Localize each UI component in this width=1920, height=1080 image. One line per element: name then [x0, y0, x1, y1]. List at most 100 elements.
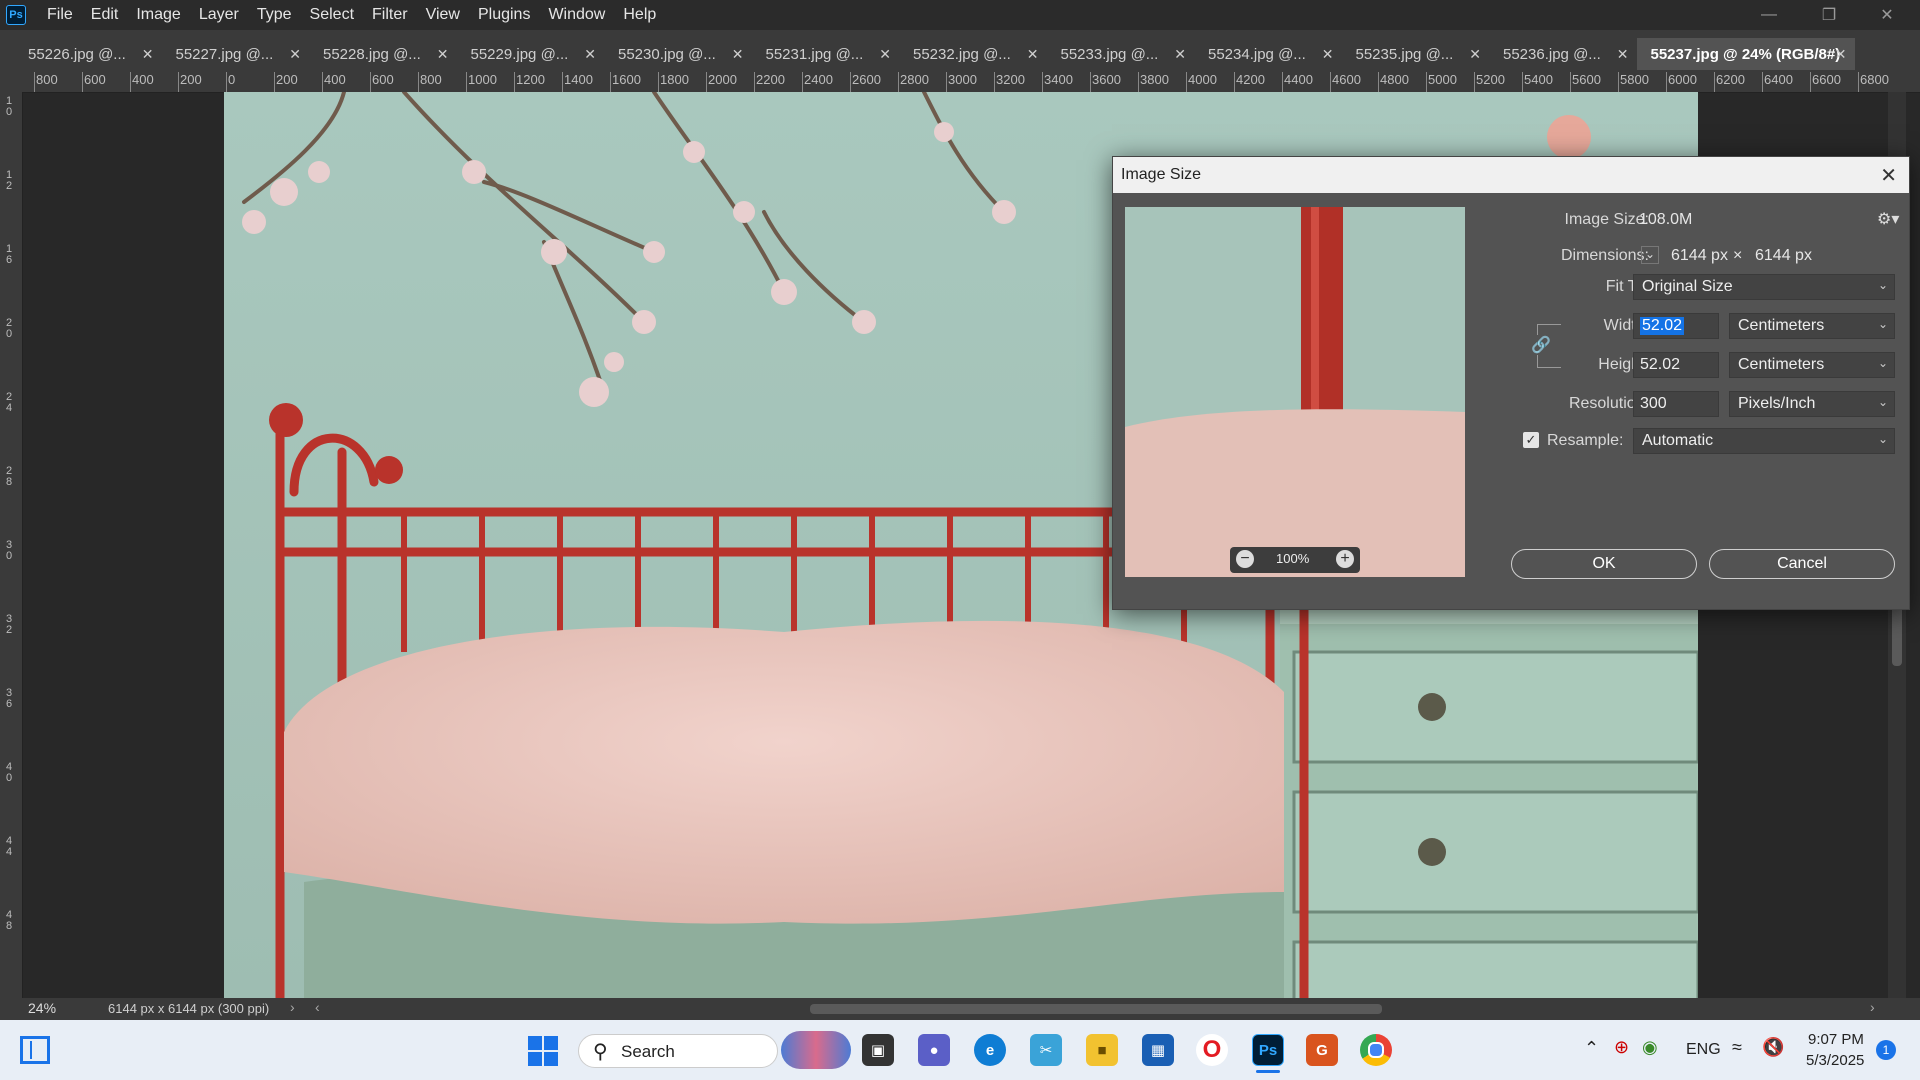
photoshop-taskbar-icon[interactable]: Ps [1252, 1034, 1284, 1066]
minimize-icon[interactable]: — [1746, 0, 1792, 30]
menu-view[interactable]: View [417, 0, 469, 30]
restore-icon[interactable]: ❐ [1806, 0, 1852, 30]
tab-close-icon[interactable]: ✕ [1322, 46, 1334, 63]
tab-close-icon[interactable]: ✕ [1174, 46, 1186, 63]
edge-icon[interactable]: e [974, 1034, 1006, 1066]
link-icon[interactable]: 🔗 [1531, 335, 1551, 355]
tab-close-icon[interactable]: ✕ [142, 46, 154, 63]
resolution-input[interactable]: 300 [1633, 391, 1719, 417]
tab-document[interactable]: 55226.jpg @... ✕ [14, 38, 162, 70]
tab-document[interactable]: 55230.jpg @... ✕ [604, 38, 752, 70]
language-indicator[interactable]: ENG [1686, 1041, 1721, 1059]
microsoft-store-icon[interactable]: ▦ [1142, 1034, 1174, 1066]
menu-type[interactable]: Type [248, 0, 301, 30]
menu-plugins[interactable]: Plugins [469, 0, 539, 30]
search-placeholder: Search [621, 1042, 675, 1061]
resample-checkbox[interactable]: ✓ [1523, 432, 1539, 448]
tab-close-icon[interactable]: ✕ [1617, 46, 1629, 63]
vertical-ruler: 10 12 16 20 24 28 30 32 36 40 44 48 [0, 92, 23, 998]
fit-to-select[interactable]: Original Size ⌄ [1633, 274, 1895, 300]
scroll-right-icon[interactable]: › [1870, 999, 1875, 1015]
ok-button[interactable]: OK [1511, 549, 1697, 579]
menu-select[interactable]: Select [301, 0, 363, 30]
chevron-up-icon[interactable]: ⌃ [1584, 1038, 1599, 1059]
globe-icon[interactable]: ◉ [1642, 1037, 1658, 1058]
width-input[interactable]: 52.02 [1633, 313, 1719, 339]
zoom-out-icon[interactable]: − [1236, 550, 1254, 568]
menu-file[interactable]: File [38, 0, 82, 30]
wifi-icon[interactable]: ≈ [1732, 1037, 1742, 1058]
ruler-tick-label: 24 [5, 391, 13, 414]
search-icon: ⚲ [593, 1041, 608, 1063]
tab-document[interactable]: 55227.jpg @... ✕ [162, 38, 310, 70]
tab-document[interactable]: 55236.jpg @... ✕ [1489, 38, 1637, 70]
menu-help[interactable]: Help [614, 0, 665, 30]
dimensions-height: 6144 px [1755, 247, 1812, 264]
teams-chat-icon[interactable]: ● [918, 1034, 950, 1066]
tab-close-icon[interactable]: ✕ [437, 46, 449, 63]
zoom-in-icon[interactable]: + [1336, 550, 1354, 568]
tab-close-icon[interactable]: ✕ [1469, 46, 1481, 63]
dimensions-dropdown-icon[interactable]: ⌄ [1641, 246, 1659, 264]
image-size-value: 108.0M [1639, 211, 1693, 228]
document-info[interactable]: 6144 px x 6144 px (300 ppi) [108, 1001, 269, 1016]
menu-layer[interactable]: Layer [190, 0, 248, 30]
dialog-close-icon[interactable]: ✕ [1880, 163, 1897, 188]
tab-close-icon[interactable]: ✕ [584, 46, 596, 63]
notification-badge[interactable]: 1 [1876, 1040, 1896, 1060]
resolution-unit-select[interactable]: Pixels/Inch ⌄ [1729, 391, 1895, 417]
ruler-tick-label: 32 [5, 613, 13, 636]
clock-time[interactable]: 9:07 PM [1808, 1031, 1864, 1048]
gear-icon[interactable]: ⚙▾ [1877, 209, 1899, 229]
tab-document[interactable]: 55231.jpg @... ✕ [752, 38, 900, 70]
image-preview[interactable]: − 100% + [1125, 207, 1465, 577]
resample-select[interactable]: Automatic ⌄ [1633, 428, 1895, 454]
close-window-icon[interactable]: ✕ [1864, 0, 1910, 30]
menu-edit[interactable]: Edit [82, 0, 128, 30]
taskbar [0, 1020, 1920, 1080]
clock-date[interactable]: 5/3/2025 [1806, 1052, 1864, 1069]
file-explorer-icon[interactable]: ■ [1086, 1034, 1118, 1066]
shield-app-icon[interactable]: G [1306, 1034, 1338, 1066]
tab-document[interactable]: 55232.jpg @... ✕ [899, 38, 1047, 70]
taskbar-search[interactable]: ⚲ Search [578, 1031, 851, 1069]
volume-muted-icon[interactable]: 🔇 [1762, 1037, 1784, 1058]
tab-close-icon[interactable]: ✕ [732, 46, 744, 63]
tab-document[interactable]: 55235.jpg @... ✕ [1342, 38, 1490, 70]
tab-label: 55236.jpg @... [1503, 45, 1601, 63]
ruler-tick-label: 3800 [1140, 72, 1169, 87]
horizontal-scroll-thumb[interactable] [810, 1004, 1382, 1014]
tab-close-icon[interactable]: ✕ [289, 46, 301, 63]
width-unit-select[interactable]: Centimeters ⌄ [1729, 313, 1895, 339]
cancel-button[interactable]: Cancel [1709, 549, 1895, 579]
tab-document[interactable]: 55228.jpg @... ✕ [309, 38, 457, 70]
scroll-left-icon[interactable]: ‹ [315, 999, 320, 1015]
ruler-tick-label: 36 [5, 687, 13, 710]
vpn-icon[interactable]: ⊕ [1614, 1037, 1629, 1058]
chevron-right-icon[interactable]: › [290, 999, 295, 1015]
task-view-icon[interactable]: ▣ [862, 1034, 894, 1066]
windows-start-icon[interactable] [528, 1036, 558, 1066]
snipping-tool-icon[interactable]: ✂ [1030, 1034, 1062, 1066]
tab-close-icon[interactable]: ✕ [1835, 46, 1847, 63]
menu-image[interactable]: Image [127, 0, 189, 30]
chrome-icon[interactable] [1360, 1034, 1392, 1066]
opera-icon[interactable]: O [1196, 1034, 1228, 1066]
dialog-title: Image Size [1121, 166, 1202, 183]
height-unit-select[interactable]: Centimeters ⌄ [1729, 352, 1895, 378]
height-input[interactable]: 52.02 [1633, 352, 1719, 378]
tab-close-icon[interactable]: ✕ [1027, 46, 1039, 63]
tab-document[interactable]: 55233.jpg @... ✕ [1047, 38, 1195, 70]
tab-active-document[interactable]: 55237.jpg @ 24% (RGB/8#) ✕ [1636, 38, 1855, 70]
tab-close-icon[interactable]: ✕ [879, 46, 891, 63]
tab-document[interactable]: 55234.jpg @... ✕ [1194, 38, 1342, 70]
ruler-tick-label: 600 [372, 72, 394, 87]
widgets-icon[interactable] [20, 1036, 50, 1064]
menu-window[interactable]: Window [539, 0, 614, 30]
menu-filter[interactable]: Filter [363, 0, 417, 30]
ruler-tick-label: 6400 [1764, 72, 1793, 87]
tab-label: 55231.jpg @... [765, 45, 864, 63]
zoom-level[interactable]: 24% [28, 1000, 56, 1016]
tab-document[interactable]: 55229.jpg @... ✕ [457, 38, 605, 70]
dialog-titlebar: Image Size ✕ [1113, 157, 1909, 193]
